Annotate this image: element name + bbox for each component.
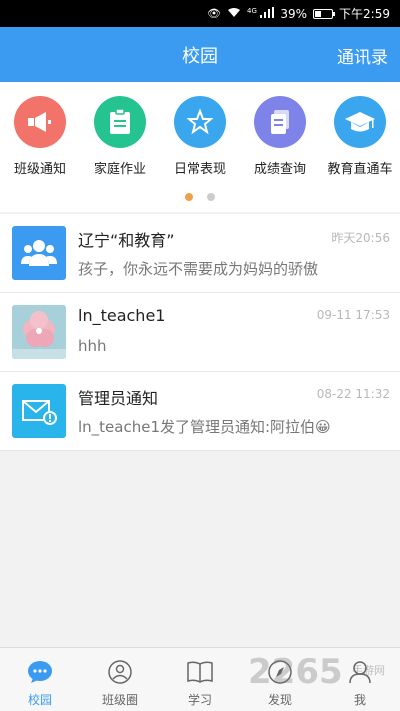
shortcut-label: 家庭作业 <box>93 162 146 177</box>
header: 校园 通讯录 <box>0 27 400 82</box>
shortcut-class-notice[interactable]: 班级通知 <box>0 96 80 177</box>
page-dot[interactable] <box>185 193 193 201</box>
network-type: 4G <box>246 6 257 15</box>
shortcut-label: 成绩查询 <box>253 162 306 177</box>
people-icon <box>107 660 133 688</box>
eye-icon: 👁 <box>207 7 221 20</box>
wifi-icon <box>227 7 241 21</box>
compass-icon <box>267 660 293 688</box>
shortcut-education-express[interactable]: 教育直通车 <box>320 96 400 177</box>
person-icon <box>347 660 373 688</box>
message-sender: ln_teache1 <box>78 306 166 325</box>
status-bar: 👁 4G 39% 下午2:59 <box>0 0 400 27</box>
clipboard-icon <box>94 96 146 148</box>
message-time: 09-11 17:53 <box>316 308 390 322</box>
flower-photo-avatar <box>12 305 66 359</box>
book-icon <box>186 660 214 688</box>
battery-icon <box>313 8 336 19</box>
list-item[interactable]: 管理员通知 08-22 11:32 ln_teache1发了管理员通知:阿拉伯😀 <box>0 372 400 451</box>
tab-discover[interactable]: 发现 <box>240 648 320 711</box>
message-time: 昨天20:56 <box>331 231 390 245</box>
message-preview: 孩子，你永远不需要成为妈妈的骄傲 <box>78 260 319 278</box>
list-item[interactable]: 辽宁“和教育” 昨天20:56 孩子，你永远不需要成为妈妈的骄傲 <box>0 214 400 293</box>
shortcut-grades[interactable]: 成绩查询 <box>240 96 320 177</box>
tab-campus[interactable]: 校园 <box>0 648 80 711</box>
clock: 下午2:59 <box>339 7 390 21</box>
message-time: 08-22 11:32 <box>316 387 390 401</box>
tab-class-circle[interactable]: 班级圈 <box>80 648 160 711</box>
signal-icon: 4G <box>246 6 275 21</box>
group-icon <box>12 226 66 280</box>
tab-label: 校园 <box>27 693 52 707</box>
mail-alert-icon <box>12 384 66 438</box>
document-icon <box>254 96 306 148</box>
tab-label: 班级圈 <box>101 693 138 707</box>
page-title: 校园 <box>182 45 218 67</box>
bottom-tab-bar: 校园 班级圈 学习 发现 我 <box>0 647 400 711</box>
tab-label: 学习 <box>187 693 212 707</box>
list-item[interactable]: ln_teache1 09-11 17:53 hhh <box>0 293 400 372</box>
shortcut-daily-performance[interactable]: 日常表现 <box>160 96 240 177</box>
contacts-button[interactable]: 通讯录 <box>337 43 388 68</box>
tab-study[interactable]: 学习 <box>160 648 240 711</box>
tab-me[interactable]: 我 <box>320 648 400 711</box>
shortcut-label: 班级通知 <box>13 162 66 177</box>
message-sender: 辽宁“和教育” <box>78 231 175 250</box>
message-preview: hhh <box>78 337 107 355</box>
chat-bubble-icon <box>27 660 53 688</box>
message-sender: 管理员通知 <box>78 389 159 408</box>
shortcut-label: 教育直通车 <box>327 162 393 177</box>
shortcut-homework[interactable]: 家庭作业 <box>80 96 160 177</box>
graduation-cap-icon <box>334 96 386 148</box>
star-icon <box>174 96 226 148</box>
shortcut-label: 日常表现 <box>173 162 226 177</box>
page-indicator <box>0 193 400 201</box>
shortcut-panel: 班级通知 家庭作业 日常表现 成绩查询 教育直通车 <box>0 82 400 212</box>
message-list: 辽宁“和教育” 昨天20:56 孩子，你永远不需要成为妈妈的骄傲 ln_teac… <box>0 214 400 451</box>
shortcut-row: 班级通知 家庭作业 日常表现 成绩查询 教育直通车 <box>0 82 400 177</box>
megaphone-icon <box>14 96 66 148</box>
battery-fill <box>315 10 322 17</box>
tab-label: 发现 <box>267 693 292 707</box>
battery-percent: 39% <box>280 6 308 21</box>
page-dot[interactable] <box>207 193 215 201</box>
tab-label: 我 <box>353 693 366 707</box>
message-preview: ln_teache1发了管理员通知:阿拉伯😀 <box>78 418 331 436</box>
